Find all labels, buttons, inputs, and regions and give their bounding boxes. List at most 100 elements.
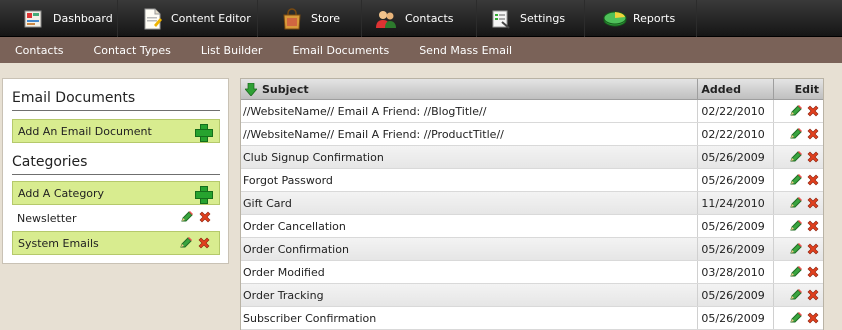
added-cell: 05/26/2009 bbox=[698, 215, 775, 237]
subject-cell: Forgot Password bbox=[241, 169, 699, 191]
table-row[interactable]: Subscriber Confirmation 05/26/2009 bbox=[241, 307, 823, 330]
delete-x-icon[interactable] bbox=[806, 104, 820, 118]
subject-cell: Gift Card bbox=[241, 192, 699, 214]
edit-pencil-icon[interactable] bbox=[789, 265, 803, 279]
document-icon bbox=[141, 8, 163, 30]
added-header-label: Added bbox=[701, 82, 742, 96]
edit-pencil-icon[interactable] bbox=[789, 173, 803, 187]
delete-x-icon[interactable] bbox=[197, 236, 211, 250]
sort-down-arrow-icon[interactable] bbox=[245, 82, 257, 96]
subject-cell: Order Modified bbox=[241, 261, 699, 283]
subject-cell: //WebsiteName// Email A Friend: //BlogTi… bbox=[241, 100, 699, 122]
tab-store[interactable]: Store bbox=[258, 0, 362, 37]
delete-x-icon[interactable] bbox=[806, 173, 820, 187]
delete-x-icon[interactable] bbox=[806, 219, 820, 233]
subject-cell: Order Tracking bbox=[241, 284, 699, 306]
subject-column-header[interactable]: Subject bbox=[241, 79, 699, 99]
top-nav: Dashboard Content Editor Store Contacts … bbox=[0, 0, 842, 37]
subnav-contact-types[interactable]: Contact Types bbox=[79, 44, 186, 57]
delete-x-icon[interactable] bbox=[806, 127, 820, 141]
delete-x-icon[interactable] bbox=[806, 196, 820, 210]
edit-pencil-icon[interactable] bbox=[789, 288, 803, 302]
table-row[interactable]: Order Tracking 05/26/2009 bbox=[241, 284, 823, 307]
added-cell: 02/22/2010 bbox=[698, 123, 775, 145]
add-email-document-button[interactable]: Add An Email Document bbox=[12, 119, 220, 143]
added-column-header[interactable]: Added bbox=[698, 79, 775, 99]
row-actions bbox=[774, 146, 823, 168]
table-row[interactable]: Gift Card 11/24/2010 bbox=[241, 192, 823, 215]
row-actions bbox=[774, 123, 823, 145]
table-header: Subject Added Edit bbox=[241, 79, 823, 100]
table-row[interactable]: //WebsiteName// Email A Friend: //BlogTi… bbox=[241, 100, 823, 123]
subject-cell: //WebsiteName// Email A Friend: //Produc… bbox=[241, 123, 699, 145]
subnav-email-documents[interactable]: Email Documents bbox=[277, 44, 404, 57]
delete-x-icon[interactable] bbox=[198, 210, 212, 224]
add-category-label: Add A Category bbox=[18, 186, 105, 200]
edit-pencil-icon[interactable] bbox=[789, 196, 803, 210]
row-actions bbox=[774, 261, 823, 283]
subnav-list-builder[interactable]: List Builder bbox=[186, 44, 278, 57]
added-cell: 05/26/2009 bbox=[698, 146, 775, 168]
plus-icon[interactable] bbox=[195, 186, 213, 204]
subject-cell: Order Confirmation bbox=[241, 238, 699, 260]
added-cell: 05/26/2009 bbox=[698, 169, 775, 191]
edit-pencil-icon[interactable] bbox=[789, 127, 803, 141]
delete-x-icon[interactable] bbox=[806, 288, 820, 302]
settings-icon bbox=[490, 8, 512, 30]
edit-pencil-icon[interactable] bbox=[789, 311, 803, 325]
table-row[interactable]: //WebsiteName// Email A Friend: //Produc… bbox=[241, 123, 823, 146]
subject-cell: Subscriber Confirmation bbox=[241, 307, 699, 329]
dashboard-icon bbox=[23, 8, 45, 30]
row-actions bbox=[774, 192, 823, 214]
edit-header-label: Edit bbox=[794, 82, 819, 96]
tab-settings[interactable]: Settings bbox=[477, 0, 585, 37]
edit-pencil-icon[interactable] bbox=[179, 236, 193, 250]
left-panel: Email Documents Add An Email Document Ca… bbox=[2, 78, 229, 264]
table-row[interactable]: Forgot Password 05/26/2009 bbox=[241, 169, 823, 192]
added-cell: 03/28/2010 bbox=[698, 261, 775, 283]
delete-x-icon[interactable] bbox=[806, 150, 820, 164]
add-email-document-label: Add An Email Document bbox=[18, 124, 152, 138]
tab-label: Store bbox=[311, 12, 341, 25]
divider bbox=[12, 174, 220, 175]
category-item[interactable]: Newsletter bbox=[12, 206, 220, 230]
row-actions bbox=[774, 307, 823, 329]
panel-title: Email Documents bbox=[12, 90, 136, 106]
added-cell: 05/26/2009 bbox=[698, 307, 775, 329]
subnav-contacts[interactable]: Contacts bbox=[0, 44, 79, 57]
added-cell: 05/26/2009 bbox=[698, 284, 775, 306]
added-cell: 05/26/2009 bbox=[698, 238, 775, 260]
tab-contacts[interactable]: Contacts bbox=[362, 0, 477, 37]
edit-pencil-icon[interactable] bbox=[789, 219, 803, 233]
edit-pencil-icon[interactable] bbox=[789, 150, 803, 164]
category-item[interactable]: System Emails bbox=[12, 231, 220, 255]
table-row[interactable]: Club Signup Confirmation 05/26/2009 bbox=[241, 146, 823, 169]
delete-x-icon[interactable] bbox=[806, 242, 820, 256]
row-actions bbox=[774, 284, 823, 306]
subnav-send-mass-email[interactable]: Send Mass Email bbox=[404, 44, 527, 57]
tab-label: Settings bbox=[520, 12, 566, 25]
plus-icon[interactable] bbox=[195, 124, 213, 142]
divider bbox=[12, 110, 220, 111]
tab-label: Dashboard bbox=[53, 12, 113, 25]
store-bag-icon bbox=[281, 7, 303, 30]
table-row[interactable]: Order Modified 03/28/2010 bbox=[241, 261, 823, 284]
contacts-icon bbox=[375, 8, 397, 30]
edit-pencil-icon[interactable] bbox=[789, 242, 803, 256]
subject-cell: Club Signup Confirmation bbox=[241, 146, 699, 168]
edit-column-header: Edit bbox=[774, 79, 823, 99]
edit-pencil-icon[interactable] bbox=[180, 210, 194, 224]
delete-x-icon[interactable] bbox=[806, 265, 820, 279]
table-row[interactable]: Order Cancellation 05/26/2009 bbox=[241, 215, 823, 238]
delete-x-icon[interactable] bbox=[806, 311, 820, 325]
add-category-button[interactable]: Add A Category bbox=[12, 181, 220, 205]
tab-label: Reports bbox=[633, 12, 676, 25]
table-row[interactable]: Order Confirmation 05/26/2009 bbox=[241, 238, 823, 261]
added-cell: 02/22/2010 bbox=[698, 100, 775, 122]
tab-reports[interactable]: Reports bbox=[585, 0, 697, 37]
added-cell: 11/24/2010 bbox=[698, 192, 775, 214]
tab-dashboard[interactable]: Dashboard bbox=[0, 0, 118, 37]
tab-content-editor[interactable]: Content Editor bbox=[118, 0, 258, 37]
edit-pencil-icon[interactable] bbox=[789, 104, 803, 118]
tab-label: Content Editor bbox=[171, 12, 251, 25]
